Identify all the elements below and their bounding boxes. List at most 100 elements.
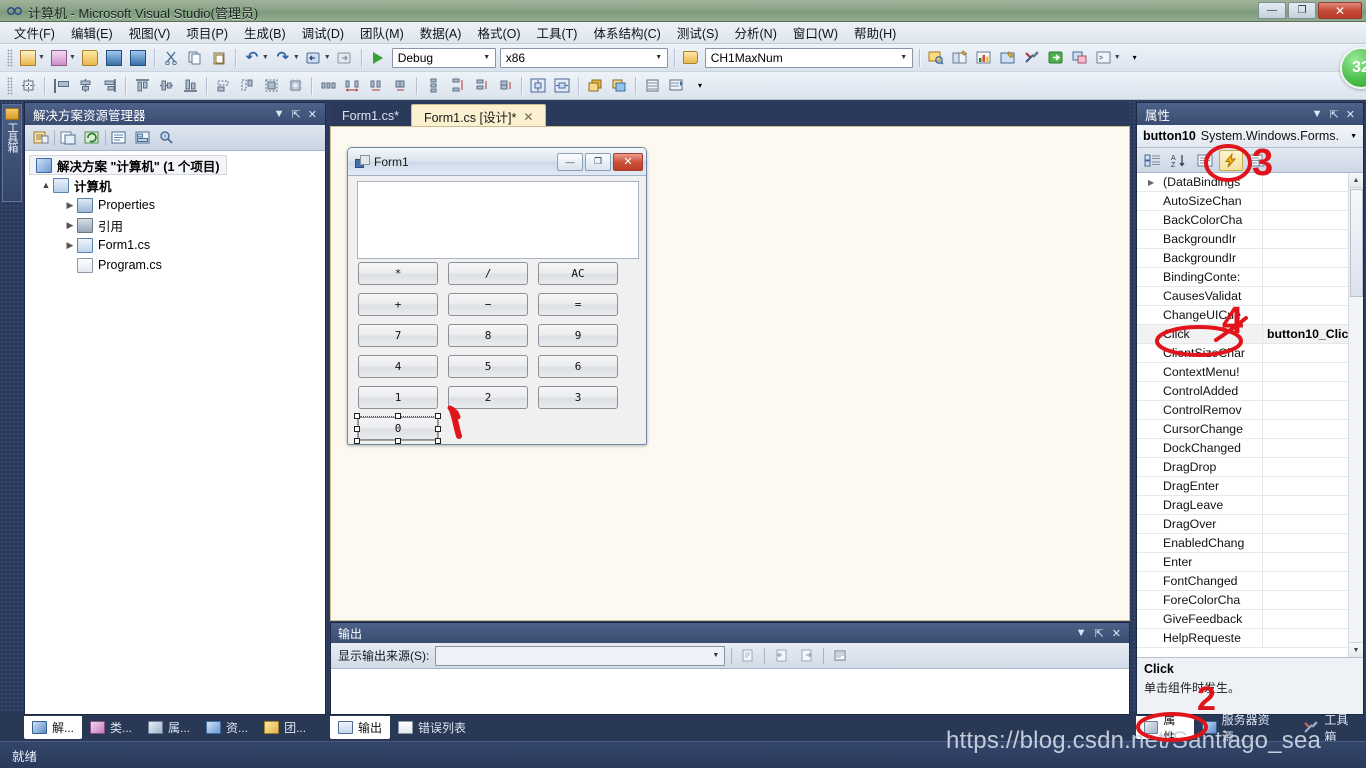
property-row-enabledchanged[interactable]: EnabledChang (1137, 533, 1363, 553)
properties-object-selector[interactable]: button10 System.Windows.Forms. ▼ (1137, 125, 1363, 148)
toolbar-grip[interactable] (7, 48, 13, 67)
undo-icon[interactable]: ↶ (241, 47, 263, 69)
property-row-cursorchanged[interactable]: CursorChange (1137, 419, 1363, 439)
property-row-givefeedback[interactable]: GiveFeedback (1137, 609, 1363, 629)
calc-button-0[interactable]: 0 (357, 416, 439, 441)
menu-help[interactable]: 帮助(H) (846, 21, 904, 44)
align-bottoms-icon[interactable] (179, 75, 201, 97)
class-view-icon[interactable] (156, 127, 178, 148)
resize-handle-sw[interactable] (354, 438, 360, 444)
add-item-chevron-down-icon[interactable]: ▼ (69, 54, 76, 61)
form1-preview[interactable]: Form1 — ❐ ✕ * / AC + − = 7 8 9 4 5 6 1 2… (347, 147, 647, 445)
properties-window-icon[interactable] (949, 47, 971, 69)
properties-dropdown-icon[interactable]: ▼ (1312, 108, 1323, 120)
dock-tab-class-view[interactable]: 类... (82, 716, 140, 739)
redo-chevron-down-icon[interactable]: ▼ (293, 54, 300, 61)
resize-handle-n[interactable] (395, 413, 401, 419)
resize-handle-w[interactable] (354, 426, 360, 432)
send-to-back-icon[interactable] (608, 75, 630, 97)
calc-button-equals[interactable]: = (538, 293, 618, 316)
copy-icon[interactable] (184, 47, 206, 69)
resize-handle-s[interactable] (395, 438, 401, 444)
save-icon[interactable] (103, 47, 125, 69)
calc-button-5[interactable]: 5 (448, 355, 528, 378)
calc-button-1[interactable]: 1 (358, 386, 438, 409)
dock-tab-toolbox[interactable]: 工具箱 (1296, 713, 1366, 744)
output-source-chevron-down-icon[interactable]: ▼ (712, 652, 724, 659)
menu-test[interactable]: 测试(S) (669, 21, 727, 44)
calc-button-multiply[interactable]: * (358, 262, 438, 285)
property-row-backcolorchanged[interactable]: BackColorCha (1137, 210, 1363, 230)
make-same-width-icon[interactable] (212, 75, 234, 97)
toolbar-overflow-icon[interactable]: ▾ (1124, 47, 1146, 69)
menu-view[interactable]: 视图(V) (121, 21, 179, 44)
dock-tab-solution-explorer[interactable]: 解... (24, 716, 83, 739)
form1-expander-icon[interactable]: ▶ (63, 240, 77, 251)
make-vertical-spacing-equal-icon[interactable] (422, 75, 444, 97)
new-project-icon[interactable] (17, 47, 39, 69)
properties-scrollbar[interactable]: ▲ ▼ (1348, 173, 1363, 657)
property-row-dockchanged[interactable]: DockChanged (1137, 438, 1363, 458)
startup-project-chevron-down-icon[interactable]: ▼ (896, 49, 912, 67)
new-project-chevron-down-icon[interactable]: ▼ (38, 54, 45, 61)
solution-explorer-icon[interactable] (925, 47, 947, 69)
toolbox-icon[interactable] (997, 47, 1019, 69)
tree-item-solution[interactable]: 解决方案 "计算机" (1 个项目) (29, 155, 227, 175)
property-row-contextmenustripchanged[interactable]: ContextMenu! (1137, 362, 1363, 382)
startup-project-dropdown[interactable]: CH1MaxNum ▼ (704, 47, 913, 68)
tree-item-form1[interactable]: ▶ Form1.cs (25, 235, 325, 255)
calc-button-divide[interactable]: / (448, 262, 528, 285)
properties-grid[interactable]: ▶ (DataBindings AutoSizeChan BackColorCh… (1137, 173, 1363, 657)
remove-vertical-spacing-icon[interactable] (494, 75, 516, 97)
events-icon[interactable] (1219, 149, 1243, 171)
view-designer-icon[interactable] (132, 127, 154, 148)
property-row-backgroundimagelayoutchanged[interactable]: BackgroundIr (1137, 248, 1363, 268)
menu-file[interactable]: 文件(F) (6, 21, 63, 44)
property-row-dragdrop[interactable]: DragDrop (1137, 457, 1363, 477)
output-text-area[interactable] (331, 669, 1129, 714)
go-to-next-message-icon[interactable] (797, 646, 817, 666)
properties-close-icon[interactable]: ✕ (1346, 108, 1355, 121)
calc-button-2[interactable]: 2 (448, 386, 528, 409)
tab-form1-cs[interactable]: Form1.cs* (330, 104, 411, 128)
tab-order-icon[interactable] (641, 75, 663, 97)
calc-button-9[interactable]: 9 (538, 324, 618, 347)
align-centers-icon[interactable] (74, 75, 96, 97)
center-vertically-icon[interactable] (551, 75, 573, 97)
dock-tab-team-explorer[interactable]: 团... (256, 716, 314, 739)
dock-tab-properties-window[interactable]: 属性 (1136, 713, 1195, 744)
property-row-forecolorchanged[interactable]: ForeColorCha (1137, 590, 1363, 610)
menu-team[interactable]: 团队(M) (352, 21, 412, 44)
align-to-grid-icon[interactable] (17, 75, 39, 97)
decrease-horizontal-spacing-icon[interactable] (365, 75, 387, 97)
dock-tab-output[interactable]: 输出 (330, 716, 391, 739)
command-window-icon[interactable]: > (1093, 47, 1115, 69)
layout-overflow-icon[interactable]: ▾ (689, 75, 711, 97)
alphabetical-icon[interactable]: AZ (1167, 150, 1191, 171)
output-pin-icon[interactable]: ⇱ (1095, 627, 1104, 640)
toolbox-dock-tab[interactable]: 工具箱 (2, 104, 22, 202)
tree-item-references[interactable]: ▶ 引用 (25, 215, 325, 235)
view-code-icon[interactable] (108, 127, 130, 148)
display-textbox[interactable] (357, 181, 639, 259)
form-designer-surface[interactable]: Form1 — ❐ ✕ * / AC + − = 7 8 9 4 5 6 1 2… (330, 126, 1130, 621)
property-row-bindingcontextchanged[interactable]: BindingConte: (1137, 267, 1363, 287)
property-row-click[interactable]: Click button10_Click (1137, 324, 1363, 344)
calc-button-6[interactable]: 6 (538, 355, 618, 378)
navigate-forward-icon[interactable] (334, 47, 356, 69)
databindings-expander-icon[interactable]: ▶ (1148, 178, 1154, 187)
make-same-height-icon[interactable] (236, 75, 258, 97)
clear-all-icon[interactable] (830, 646, 850, 666)
dock-tab-server-explorer[interactable]: 服务器资源... (1194, 713, 1296, 744)
window-layout-icon[interactable] (1069, 47, 1091, 69)
remove-horizontal-spacing-icon[interactable] (389, 75, 411, 97)
platform-dropdown[interactable]: x86 ▼ (499, 47, 668, 68)
properties-pin-icon[interactable]: ⇱ (1330, 108, 1339, 121)
dock-tab-resource-view[interactable]: 资... (198, 716, 256, 739)
undo-chevron-down-icon[interactable]: ▼ (262, 54, 269, 61)
form1-maximize-button[interactable]: ❐ (585, 152, 611, 171)
object-browser-icon[interactable] (973, 47, 995, 69)
dock-tab-error-list[interactable]: 错误列表 (390, 716, 474, 739)
add-item-icon[interactable] (48, 47, 70, 69)
navigate-chevron-down-icon[interactable]: ▼ (324, 54, 331, 61)
